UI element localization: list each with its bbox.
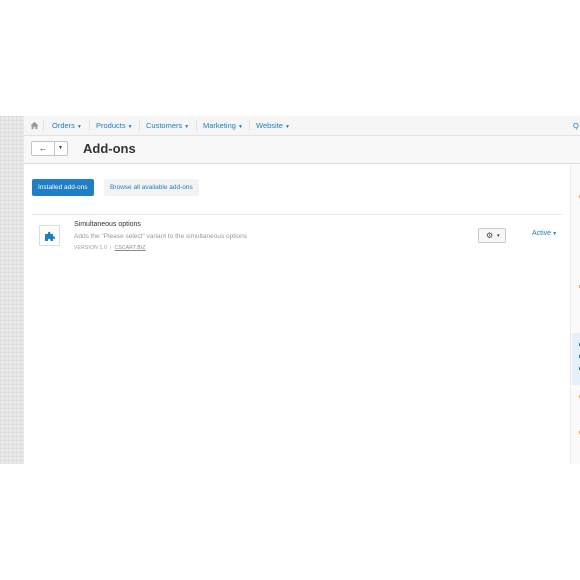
nav-divider bbox=[196, 120, 197, 131]
caret-down-icon: ▼ bbox=[184, 124, 190, 130]
nav-products[interactable]: Products ▼ bbox=[96, 116, 133, 135]
back-dropdown-caret-icon[interactable]: ▼ bbox=[54, 142, 67, 155]
status-label: Active bbox=[532, 230, 552, 237]
nav-marketing-label: Marketing bbox=[203, 121, 236, 130]
addon-name: Simultaneous options bbox=[74, 221, 141, 228]
caret-down-icon: ▼ bbox=[284, 124, 290, 130]
admin-screenshot: Orders ▼ Products ▼ Customers ▼ Marketing ▼ … bbox=[0, 116, 580, 464]
caret-down-icon: ▼ bbox=[552, 231, 558, 237]
nav-customers-label: Customers bbox=[146, 121, 183, 130]
nav-products-label: Products bbox=[96, 121, 126, 130]
addon-list-item: Simultaneous options Adds the "Please se… bbox=[32, 216, 562, 256]
puzzle-icon bbox=[45, 231, 56, 241]
page-header: ← ▼ Add-ons bbox=[24, 136, 580, 164]
addon-puzzle-icon bbox=[39, 225, 60, 246]
nav-orders[interactable]: Orders ▼ bbox=[52, 116, 82, 135]
caret-down-icon: ▼ bbox=[76, 124, 82, 130]
addon-developer-link[interactable]: CSCART.BIZ bbox=[115, 245, 146, 251]
home-icon[interactable] bbox=[30, 121, 39, 130]
meta-separator: | bbox=[110, 245, 112, 251]
right-sidebar-edge bbox=[570, 165, 580, 464]
addon-settings-button[interactable]: ⚙ ▼ bbox=[478, 228, 506, 243]
nav-divider bbox=[89, 120, 90, 131]
nav-divider bbox=[43, 120, 44, 131]
gear-icon: ⚙ bbox=[486, 231, 494, 240]
nav-website[interactable]: Website ▼ bbox=[256, 116, 290, 135]
page-title: Add-ons bbox=[83, 141, 136, 156]
nav-website-label: Website bbox=[256, 121, 283, 130]
caret-down-icon: ▼ bbox=[127, 124, 133, 130]
nav-divider bbox=[139, 120, 140, 131]
nav-customers[interactable]: Customers ▼ bbox=[146, 116, 189, 135]
nav-orders-label: Orders bbox=[52, 121, 75, 130]
caret-down-icon: ▼ bbox=[496, 233, 501, 238]
left-gutter bbox=[0, 116, 24, 464]
back-button-group: ← ▼ bbox=[31, 141, 68, 156]
addon-meta: VERSION 1.0 | CSCART.BIZ bbox=[74, 245, 146, 251]
nav-marketing[interactable]: Marketing ▼ bbox=[203, 116, 243, 135]
nav-divider bbox=[249, 120, 250, 131]
divider bbox=[32, 214, 562, 215]
addon-version: VERSION 1.0 bbox=[74, 245, 108, 251]
tab-browse-addons[interactable]: Browse all available add-ons bbox=[104, 179, 199, 196]
addon-status-dropdown[interactable]: Active▼ bbox=[532, 230, 557, 237]
addon-description: Adds the "Please select" variant to the … bbox=[74, 233, 247, 240]
nav-right-item[interactable]: Q bbox=[573, 116, 579, 135]
sidebar-highlight bbox=[572, 333, 580, 385]
top-navigation: Orders ▼ Products ▼ Customers ▼ Marketing ▼ … bbox=[24, 116, 580, 136]
back-arrow-icon[interactable]: ← bbox=[32, 142, 55, 155]
caret-down-icon: ▼ bbox=[237, 124, 243, 130]
tab-installed-addons[interactable]: Installed add-ons bbox=[32, 179, 94, 196]
